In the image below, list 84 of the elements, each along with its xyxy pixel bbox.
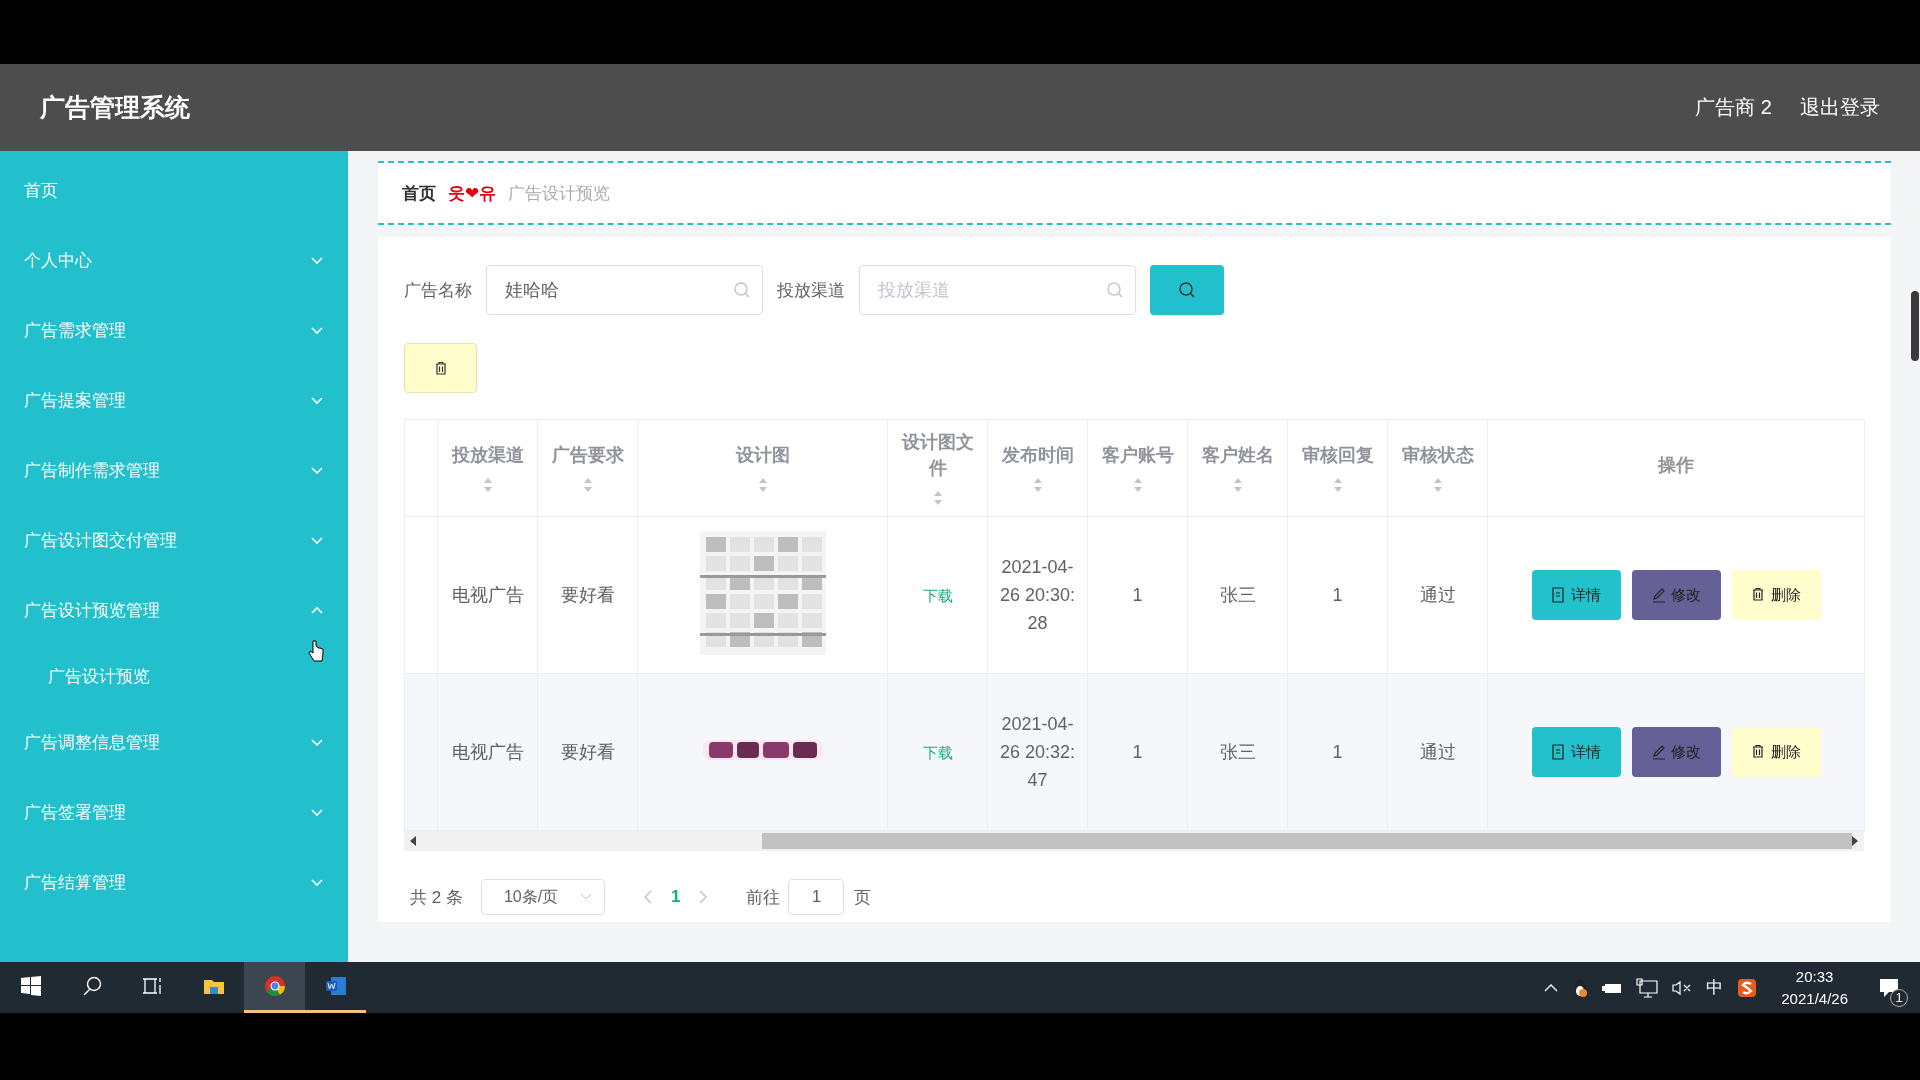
task-view-icon bbox=[142, 976, 163, 996]
edit-button[interactable]: 修改 bbox=[1631, 570, 1721, 620]
total-count: 共 2 条 bbox=[410, 886, 463, 909]
battery-icon[interactable] bbox=[1602, 981, 1623, 994]
edit-button[interactable]: 修改 bbox=[1631, 727, 1721, 777]
app-title: 广告管理系统 bbox=[40, 92, 191, 123]
penguin-icon[interactable] bbox=[1572, 977, 1589, 998]
page-suffix: 页 bbox=[854, 886, 872, 909]
menu-item[interactable]: 广告调整信息管理 bbox=[0, 707, 348, 777]
vertical-scrollbar[interactable] bbox=[1911, 291, 1919, 361]
search-icon bbox=[1178, 281, 1196, 299]
word-icon bbox=[325, 976, 346, 996]
search-icon bbox=[1106, 281, 1124, 299]
page-size-select[interactable]: 10条/页 bbox=[480, 879, 605, 915]
search-icon bbox=[733, 281, 751, 299]
trash-icon bbox=[1751, 587, 1765, 603]
chrome-icon bbox=[264, 976, 285, 996]
user-name: 广告商 2 bbox=[1695, 95, 1772, 120]
menu-item[interactable]: 广告制作需求管理 bbox=[0, 435, 348, 505]
breadcrumb-separator: 웃❤유 bbox=[448, 182, 497, 205]
table-cell: 通过 bbox=[1419, 585, 1456, 605]
table-cell: 1 bbox=[1332, 741, 1343, 762]
pencil-icon bbox=[1651, 744, 1665, 760]
chevron-up-icon[interactable] bbox=[1544, 982, 1559, 993]
windows-icon bbox=[20, 976, 41, 996]
input-method-icon[interactable] bbox=[1737, 977, 1758, 998]
menu-item[interactable]: 广告提案管理 bbox=[0, 365, 348, 435]
trash-icon bbox=[433, 361, 448, 375]
download-link[interactable]: 下载 bbox=[922, 586, 953, 604]
search-icon bbox=[81, 976, 102, 996]
table-cell: 电视广告 bbox=[451, 585, 524, 605]
table-cell: 1 bbox=[1332, 584, 1343, 605]
menu-item[interactable]: 广告需求管理 bbox=[0, 295, 348, 365]
detail-button[interactable]: 详情 bbox=[1531, 727, 1621, 777]
table-cell: 电视广告 bbox=[451, 742, 524, 762]
taskbar-clock[interactable]: 20:33 2021/4/26 bbox=[1781, 965, 1848, 1010]
table-cell: 张三 bbox=[1219, 585, 1256, 605]
breadcrumb-item: 广告设计预览 bbox=[508, 182, 611, 205]
detail-button[interactable]: 详情 bbox=[1531, 570, 1621, 620]
clock-time: 20:33 bbox=[1795, 966, 1834, 987]
page-number[interactable]: 1 bbox=[670, 887, 681, 907]
table-cell-text: 2021-04-26 20:32:47 bbox=[999, 713, 1076, 792]
network-icon[interactable] bbox=[1636, 977, 1659, 998]
menu-item[interactable]: 广告结算管理 bbox=[0, 847, 348, 917]
pencil-icon bbox=[1651, 587, 1665, 603]
clock-date: 2021/4/26 bbox=[1781, 988, 1848, 1009]
taskbar-button[interactable] bbox=[244, 962, 305, 1013]
speaker-muted-icon[interactable] bbox=[1672, 979, 1693, 996]
ime-indicator[interactable]: 中 bbox=[1706, 976, 1724, 999]
search-field[interactable]: 投放渠道 bbox=[859, 265, 1136, 315]
search-field[interactable]: 娃哈哈 bbox=[486, 265, 763, 315]
table-cell-text: 2021-04-26 20:30:28 bbox=[999, 556, 1076, 635]
delete-button[interactable] bbox=[404, 343, 477, 393]
table-cell: 张三 bbox=[1219, 742, 1256, 762]
arrow-right-icon bbox=[1852, 836, 1858, 846]
table-cell: 1 bbox=[1132, 741, 1143, 762]
menu-item[interactable]: 广告签署管理 bbox=[0, 777, 348, 847]
document-icon bbox=[1551, 744, 1565, 760]
breadcrumb-item[interactable]: 首页 bbox=[402, 181, 436, 205]
arrow-left-icon bbox=[410, 836, 416, 846]
delete-button[interactable]: 删除 bbox=[1731, 570, 1821, 620]
logout-link[interactable]: 退出登录 bbox=[1800, 94, 1880, 121]
menu-item[interactable]: 广告设计预览管理 bbox=[0, 575, 348, 645]
menu-item[interactable]: 广告设计图交付管理 bbox=[0, 505, 348, 575]
table-cell: 要好看 bbox=[560, 742, 615, 762]
table-cell: 1 bbox=[1132, 584, 1143, 605]
goto-label: 前往 bbox=[746, 886, 781, 909]
field-label: 投放渠道 bbox=[777, 279, 845, 302]
document-icon bbox=[1551, 587, 1565, 603]
submenu-item[interactable]: 广告设计预览 bbox=[0, 645, 348, 707]
delete-button[interactable]: 删除 bbox=[1731, 727, 1821, 777]
menu-item[interactable]: 个人中心 bbox=[0, 225, 348, 295]
menu-item[interactable]: 首页 bbox=[0, 155, 348, 225]
page-input[interactable]: 1 bbox=[788, 879, 845, 915]
chevron-down-icon bbox=[579, 893, 592, 901]
download-link[interactable]: 下载 bbox=[922, 743, 953, 761]
trash-icon bbox=[1751, 744, 1765, 760]
mouse-cursor-icon bbox=[308, 640, 324, 662]
field-label: 广告名称 bbox=[404, 279, 472, 302]
horizontal-scrollbar[interactable] bbox=[404, 831, 1864, 851]
table-cell: 要好看 bbox=[560, 585, 615, 605]
column-header: 操作 bbox=[1657, 454, 1695, 477]
notification-count: 1 bbox=[1890, 988, 1908, 1007]
table-cell: 通过 bbox=[1419, 742, 1456, 762]
